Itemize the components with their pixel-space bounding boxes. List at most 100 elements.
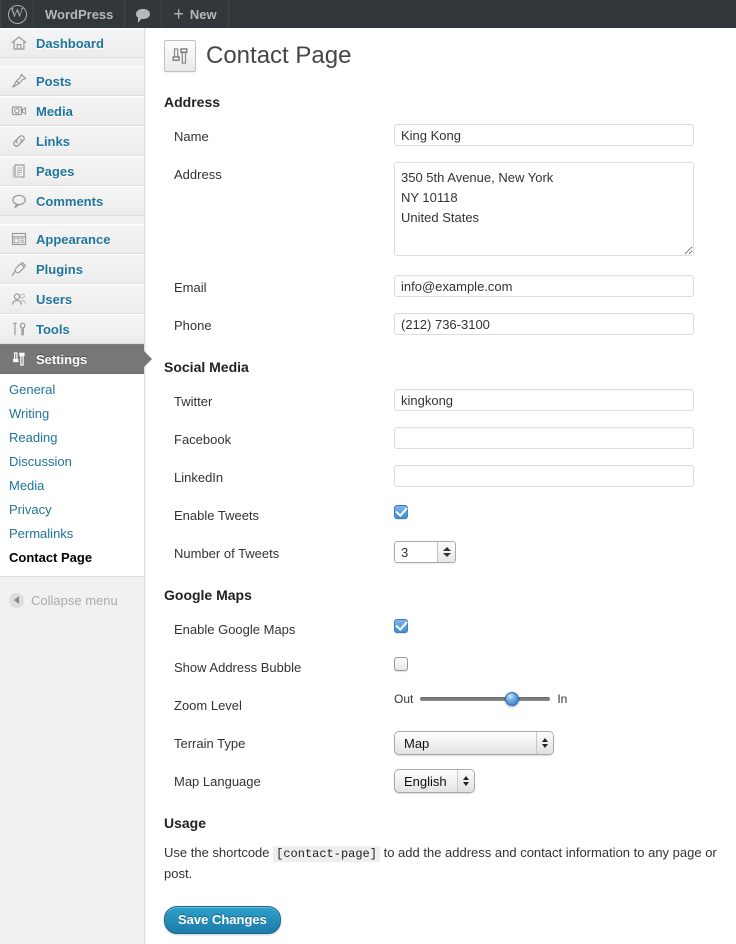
wordpress-logo-glyph: W <box>7 4 27 24</box>
linkedin-input[interactable] <box>394 465 694 487</box>
save-changes-button[interactable]: Save Changes <box>164 906 281 934</box>
field-row-name: Name <box>146 124 736 148</box>
field-row-phone: Phone <box>146 313 736 337</box>
field-row-address: Address 350 5th Avenue, New York NY 1011… <box>146 162 736 261</box>
stepper-spin-buttons[interactable] <box>437 542 455 562</box>
zoom-level-slider[interactable]: Out In <box>394 692 736 706</box>
label-address: Address <box>174 167 222 182</box>
zoom-out-label: Out <box>394 692 414 706</box>
sidebar-item-comments[interactable]: Comments <box>0 186 144 216</box>
email-input[interactable] <box>394 275 694 297</box>
terrain-type-select[interactable]: Map <box>394 731 554 755</box>
field-row-map-language: Map Language English <box>146 769 736 793</box>
field-row-zoom-level: Zoom Level Out In <box>146 692 736 717</box>
submenu-item-privacy[interactable]: Privacy <box>0 498 144 522</box>
dashboard-home-icon <box>9 33 29 53</box>
section-heading-social-media: Social Media <box>164 359 249 375</box>
main-content: Contact Page Address Name Address 350 5t… <box>146 28 736 944</box>
name-input[interactable] <box>394 124 694 146</box>
map-language-select[interactable]: English <box>394 769 475 793</box>
label-number-of-tweets: Number of Tweets <box>174 546 280 561</box>
sidebar-item-label: Settings <box>36 351 88 367</box>
enable-google-maps-checkbox[interactable] <box>394 618 408 633</box>
field-row-facebook: Facebook <box>146 427 736 451</box>
admin-bar: W WordPress + New <box>0 0 736 28</box>
label-name: Name <box>174 129 209 144</box>
enable-tweets-checkbox[interactable] <box>394 504 408 519</box>
submenu-item-permalinks[interactable]: Permalinks <box>0 522 144 546</box>
collapse-menu-button[interactable]: Collapse menu <box>0 585 144 615</box>
comment-bubble-icon <box>136 9 151 23</box>
site-name-label: WordPress <box>45 6 114 22</box>
new-content-menu[interactable]: + New <box>162 0 229 28</box>
label-linkedin: LinkedIn <box>174 470 224 485</box>
select-arrows-icon[interactable] <box>457 770 474 792</box>
sidebar-item-appearance[interactable]: Appearance <box>0 224 144 254</box>
label-phone: Phone <box>174 318 212 333</box>
twitter-input[interactable] <box>394 389 694 411</box>
link-chain-icon <box>9 131 29 151</box>
sidebar-item-tools[interactable]: Tools <box>0 314 144 344</box>
collapse-menu-label: Collapse menu <box>31 592 118 608</box>
usage-text-before: Use the shortcode <box>164 845 270 860</box>
settings-submenu: General Writing Reading Discussion Media Priv… <box>0 374 144 577</box>
sidebar-item-label: Plugins <box>36 261 83 277</box>
facebook-input[interactable] <box>394 427 694 449</box>
plug-icon <box>9 259 29 279</box>
comments-menu[interactable] <box>125 0 163 28</box>
submenu-item-contact-page[interactable]: Contact Page <box>0 546 144 570</box>
sidebar-item-posts[interactable]: Posts <box>0 66 144 96</box>
phone-input[interactable] <box>394 313 694 335</box>
sidebar-item-label: Appearance <box>36 231 111 247</box>
new-label: New <box>189 6 217 22</box>
sidebar-item-label: Users <box>36 291 73 307</box>
show-address-bubble-checkbox[interactable] <box>394 656 408 671</box>
number-of-tweets-input[interactable] <box>395 542 437 562</box>
field-row-terrain-type: Terrain Type Map <box>146 731 736 755</box>
field-row-email: Email <box>146 275 736 299</box>
section-heading-google-maps: Google Maps <box>164 587 252 603</box>
submenu-item-discussion[interactable]: Discussion <box>0 450 144 474</box>
shortcode-snippet: [contact-page] <box>273 846 380 862</box>
camera-icon <box>9 101 29 121</box>
address-textarea[interactable]: 350 5th Avenue, New York NY 10118 United… <box>394 162 694 256</box>
sidebar-item-pages[interactable]: Pages <box>0 156 144 186</box>
pin-icon <box>9 71 29 91</box>
sidebar-item-media[interactable]: Media <box>0 96 144 126</box>
users-icon <box>9 289 29 309</box>
usage-description: Use the shortcode [contact-page] to add … <box>164 843 736 884</box>
submenu-item-general[interactable]: General <box>0 378 144 402</box>
sidebar-item-settings[interactable]: Settings <box>0 344 152 374</box>
sidebar-item-links[interactable]: Links <box>0 126 144 156</box>
label-email: Email <box>174 280 207 295</box>
field-row-number-of-tweets: Number of Tweets <box>146 541 736 565</box>
sidebar-item-users[interactable]: Users <box>0 284 144 314</box>
zoom-slider-track[interactable] <box>420 692 551 706</box>
select-arrows-icon[interactable] <box>536 732 553 754</box>
plus-icon: + <box>173 4 184 24</box>
submenu-item-media[interactable]: Media <box>0 474 144 498</box>
field-row-enable-tweets: Enable Tweets <box>146 503 736 527</box>
zoom-in-label: In <box>557 692 568 706</box>
sidebar-item-label: Tools <box>36 321 70 337</box>
submenu-item-reading[interactable]: Reading <box>0 426 144 450</box>
label-enable-tweets: Enable Tweets <box>174 508 260 523</box>
sidebar-item-plugins[interactable]: Plugins <box>0 254 144 284</box>
sidebar-item-dashboard[interactable]: Dashboard <box>0 28 144 58</box>
chevron-up-icon[interactable] <box>442 547 451 551</box>
submenu-item-writing[interactable]: Writing <box>0 402 144 426</box>
site-name-menu[interactable]: WordPress <box>34 0 126 28</box>
wordpress-logo-icon[interactable]: W <box>0 0 34 28</box>
number-of-tweets-stepper[interactable] <box>394 541 456 563</box>
zoom-slider-thumb[interactable] <box>505 692 520 706</box>
sidebar-item-label: Media <box>36 103 73 119</box>
sidebar-item-label: Links <box>36 133 70 149</box>
tools-icon <box>9 319 29 339</box>
chevron-down-icon[interactable] <box>442 553 451 557</box>
page-title: Contact Page <box>206 42 352 69</box>
section-heading-usage: Usage <box>164 815 207 831</box>
admin-sidebar: Dashboard Posts Media Links Pages Comments App… <box>0 28 152 944</box>
label-map-language: Map Language <box>174 774 261 789</box>
field-row-enable-google-maps: Enable Google Maps <box>146 617 736 641</box>
settings-sliders-icon <box>9 349 29 369</box>
